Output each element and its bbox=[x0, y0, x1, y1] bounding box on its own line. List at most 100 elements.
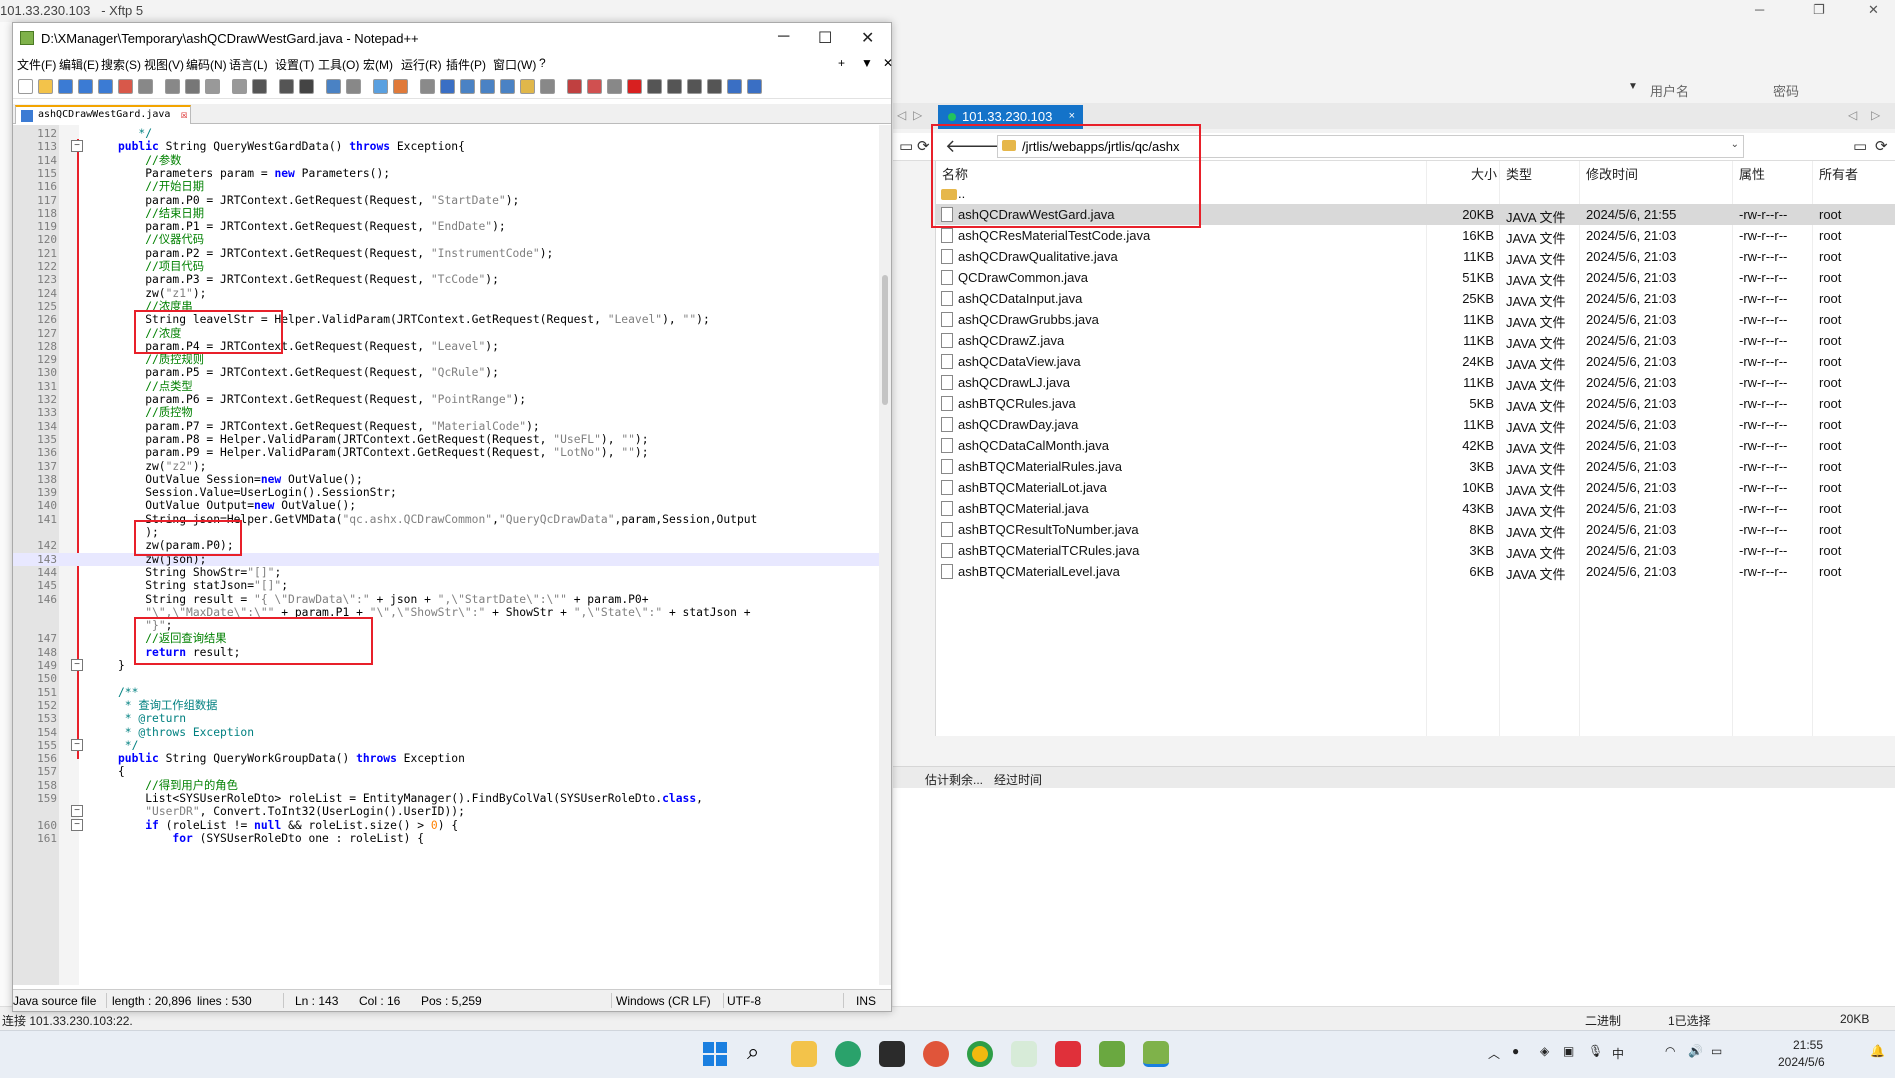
sync-v-icon[interactable] bbox=[373, 79, 388, 94]
xftp-icon[interactable] bbox=[1099, 1041, 1125, 1067]
code-line[interactable]: 118 //结束日期 bbox=[13, 207, 879, 220]
table-row[interactable]: ashBTQCMaterialLot.java 10KB JAVA 文件 2024/5… bbox=[936, 477, 1895, 498]
code-line[interactable]: 121 param.P2 = JRTContext.GetRequest(Req… bbox=[13, 247, 879, 260]
clock-date[interactable]: 2024/5/6 bbox=[1778, 1055, 1825, 1069]
notepadpp-taskbar-icon[interactable] bbox=[1143, 1041, 1169, 1067]
start-button[interactable] bbox=[703, 1042, 727, 1066]
menu-item[interactable]: 编辑(E) bbox=[59, 56, 99, 73]
menu-window-control[interactable]: ✕ bbox=[883, 56, 893, 70]
open-file-icon[interactable] bbox=[38, 79, 53, 94]
code-line[interactable]: 145 String statJson="[]"; bbox=[13, 579, 879, 592]
ime-indicator[interactable]: 中 bbox=[1612, 1045, 1624, 1062]
function-list-icon[interactable] bbox=[520, 79, 535, 94]
clock-time[interactable]: 21:55 bbox=[1793, 1038, 1823, 1052]
file-explorer-icon[interactable] bbox=[791, 1041, 817, 1067]
menu-item[interactable]: ? bbox=[539, 56, 546, 70]
code-line[interactable]: "UserDR", Convert.ToInt32(UserLogin().Us… bbox=[13, 805, 879, 818]
npp-minimize-button[interactable]: ─ bbox=[778, 28, 789, 46]
table-row[interactable]: ashBTQCMaterialRules.java 3KB JAVA 文件 2024/… bbox=[936, 456, 1895, 477]
code-line[interactable]: 158 //得到用户的角色 bbox=[13, 779, 879, 792]
code-line[interactable]: 134 param.P7 = JRTContext.GetRequest(Req… bbox=[13, 420, 879, 433]
code-line[interactable]: 154 * @throws Exception bbox=[13, 726, 879, 739]
fold-toggle-icon[interactable]: − bbox=[71, 805, 83, 818]
transfer-mode[interactable]: 二进制 bbox=[1585, 1012, 1621, 1029]
column-header-attributes[interactable]: 属性 bbox=[1739, 164, 1765, 183]
xftp-maximize-button[interactable]: ❐ bbox=[1813, 2, 1825, 18]
column-header-size[interactable]: 大小 bbox=[1471, 164, 1497, 183]
refresh-icon[interactable]: ⟳ bbox=[1875, 137, 1888, 155]
column-header-remaining[interactable]: 估计剩余... bbox=[925, 771, 983, 788]
paste-icon[interactable] bbox=[205, 79, 220, 94]
menu-item[interactable]: 窗口(W) bbox=[493, 56, 536, 73]
udl-icon[interactable] bbox=[480, 79, 495, 94]
panel2-icon[interactable] bbox=[707, 79, 722, 94]
code-line[interactable]: 116 //开始日期 bbox=[13, 180, 879, 193]
close-all-icon[interactable] bbox=[118, 79, 133, 94]
folder-toolbar-icon[interactable]: ▭ bbox=[899, 137, 913, 155]
column-header-type[interactable]: 类型 bbox=[1506, 164, 1532, 183]
edge-browser-icon[interactable] bbox=[835, 1041, 861, 1067]
table-row[interactable]: ashQCDrawZ.java 11KB JAVA 文件 2024/5/6, 21:0… bbox=[936, 330, 1895, 351]
xshell-icon[interactable] bbox=[923, 1041, 949, 1067]
username-field[interactable]: 用户名 bbox=[1650, 81, 1689, 100]
redo-icon[interactable] bbox=[252, 79, 267, 94]
code-line[interactable]: 139 Session.Value=UserLogin().SessionStr… bbox=[13, 486, 879, 499]
menu-item[interactable]: 文件(F) bbox=[17, 56, 56, 73]
stop-icon[interactable] bbox=[607, 79, 622, 94]
code-line[interactable]: 120 //仪器代码 bbox=[13, 233, 879, 246]
table-row[interactable]: ashQCDataInput.java 25KB JAVA 文件 2024/5/6, … bbox=[936, 288, 1895, 309]
search-icon[interactable]: ⌕ bbox=[747, 1039, 773, 1065]
wps-icon[interactable] bbox=[1055, 1041, 1081, 1067]
table-row[interactable]: ashBTQCMaterialTCRules.java 3KB JAVA 文件 202… bbox=[936, 540, 1895, 561]
table-row[interactable]: ashQCDrawDay.java 11KB JAVA 文件 2024/5/6, 21… bbox=[936, 414, 1895, 435]
column-header-elapsed[interactable]: 经过时间 bbox=[994, 771, 1042, 788]
code-line[interactable]: 113 public String QueryWestGardData() thr… bbox=[13, 140, 879, 153]
table-row[interactable]: ashQCResMaterialTestCode.java 16KB JAVA 文件… bbox=[936, 225, 1895, 246]
tab-close-icon[interactable]: ☒ bbox=[181, 108, 188, 121]
record-icon[interactable] bbox=[587, 79, 602, 94]
code-line[interactable]: 135 param.P8 = Helper.ValidParam(JRTCont… bbox=[13, 433, 879, 446]
vertical-scrollbar[interactable] bbox=[879, 125, 891, 985]
code-line[interactable]: 138 OutValue Session=new OutValue(); bbox=[13, 473, 879, 486]
scrollbar-thumb[interactable] bbox=[882, 275, 888, 405]
table-row[interactable]: ashQCDrawLJ.java 11KB JAVA 文件 2024/5/6, 21:… bbox=[936, 372, 1895, 393]
code-line[interactable]: 112 */ bbox=[13, 127, 879, 140]
jetbrains-ide-icon[interactable] bbox=[879, 1041, 905, 1067]
menu-item[interactable]: 运行(R) bbox=[401, 56, 442, 73]
xftp-minimize-button[interactable]: ─ bbox=[1755, 2, 1764, 17]
table-row[interactable]: ashBTQCRules.java 5KB JAVA 文件 2024/5/6, 21:… bbox=[936, 393, 1895, 414]
microphone-icon[interactable]: 🎙 bbox=[1588, 1044, 1603, 1058]
table-row[interactable]: ashQCDataCalMonth.java 42KB JAVA 文件 2024/5/… bbox=[936, 435, 1895, 456]
fold-toggle-icon[interactable]: − bbox=[71, 659, 83, 671]
panel-icon[interactable] bbox=[687, 79, 702, 94]
play-icon[interactable] bbox=[627, 79, 642, 94]
code-line[interactable]: 119 param.P1 = JRTContext.GetRequest(Req… bbox=[13, 220, 879, 233]
table-row[interactable]: ashBTQCMaterial.java 43KB JAVA 文件 2024/5/6,… bbox=[936, 498, 1895, 519]
menu-item[interactable]: 视图(V) bbox=[144, 56, 184, 73]
table-row[interactable]: ashQCDrawQualitative.java 11KB JAVA 文件 2024… bbox=[936, 246, 1895, 267]
folder-toolbar-icon[interactable]: ▭ bbox=[1853, 137, 1867, 155]
doc-map-icon[interactable] bbox=[500, 79, 515, 94]
code-line[interactable]: 151 /** bbox=[13, 686, 879, 699]
column-header-owner[interactable]: 所有者 bbox=[1819, 164, 1858, 183]
menu-item[interactable]: 宏(M) bbox=[363, 56, 393, 73]
code-line[interactable]: 123 param.P3 = JRTContext.GetRequest(Req… bbox=[13, 273, 879, 286]
fold-toggle-icon[interactable]: − bbox=[71, 738, 83, 751]
monitor-icon[interactable] bbox=[567, 79, 582, 94]
code-line[interactable]: 152 * 查询工作组数据 bbox=[13, 699, 879, 712]
table-row[interactable]: ashBTQCResultToNumber.java 8KB JAVA 文件 2024… bbox=[936, 519, 1895, 540]
code-line[interactable]: 153 * @return bbox=[13, 712, 879, 725]
code-line[interactable]: 114 //参数 bbox=[13, 154, 879, 167]
volume-icon[interactable]: 🔊 bbox=[1688, 1044, 1703, 1058]
panel3-icon[interactable] bbox=[727, 79, 742, 94]
tab-scroll-left-icon[interactable]: ◁ bbox=[897, 108, 906, 122]
notification-icon[interactable]: 🔔 bbox=[1870, 1044, 1885, 1058]
tab-close-icon[interactable]: × bbox=[1069, 110, 1075, 122]
copy-icon[interactable] bbox=[185, 79, 200, 94]
npp-close-button[interactable]: ✕ bbox=[861, 28, 874, 48]
cut-icon[interactable] bbox=[165, 79, 180, 94]
fold-toggle-icon[interactable]: − bbox=[71, 140, 83, 153]
code-line[interactable]: 144 String ShowStr="[]"; bbox=[13, 566, 879, 579]
refresh-icon[interactable]: ⟳ bbox=[917, 137, 930, 155]
menu-item[interactable]: 搜索(S) bbox=[101, 56, 141, 73]
